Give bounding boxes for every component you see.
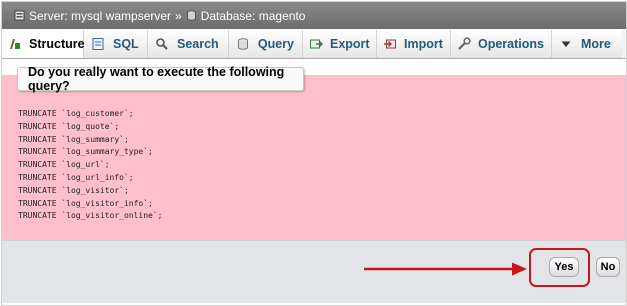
tab-label: Search	[177, 37, 219, 51]
operations-icon	[457, 36, 471, 52]
query-line: TRUNCATE `log_url_info`;	[18, 172, 134, 182]
query-line: TRUNCATE `log_visitor_online`;	[18, 211, 163, 221]
tab-label: Operations	[478, 37, 544, 51]
query-icon	[235, 36, 251, 52]
tab-search[interactable]: Search	[148, 30, 229, 58]
tab-label: Export	[330, 37, 370, 51]
structure-icon	[8, 36, 22, 52]
query-line: TRUNCATE `log_quote`;	[18, 121, 120, 131]
tab-operations[interactable]: Operations	[451, 30, 552, 58]
breadcrumb-separator: »	[175, 8, 182, 23]
yes-button[interactable]: Yes	[549, 257, 579, 277]
confirm-dialog-title: Do you really want to execute the follow…	[17, 65, 304, 93]
chevron-down-icon	[558, 36, 574, 52]
tab-export[interactable]: Export	[303, 30, 377, 58]
query-line: TRUNCATE `log_summary_type`;	[18, 147, 153, 157]
tab-label: SQL	[113, 37, 139, 51]
tab-import[interactable]: Import	[377, 30, 451, 58]
query-line: TRUNCATE `log_summary`;	[18, 134, 129, 144]
annotation-arrow	[364, 262, 527, 276]
tab-label: Import	[404, 37, 443, 51]
search-icon	[154, 36, 170, 52]
breadcrumb: Server: mysql wampserver » Database: mag…	[2, 2, 626, 29]
no-button[interactable]: No	[596, 257, 620, 277]
breadcrumb-database-link[interactable]: Database: magento	[201, 9, 306, 23]
query-text: TRUNCATE `log_customer`; TRUNCATE `log_qu…	[18, 108, 163, 223]
tab-more[interactable]: More	[552, 30, 622, 58]
query-line: TRUNCATE `log_customer`;	[18, 109, 134, 118]
query-line: TRUNCATE `log_visitor`;	[18, 185, 129, 195]
tab-label: Query	[257, 37, 294, 51]
query-line: TRUNCATE `log_visitor_info`;	[18, 198, 153, 208]
query-line: TRUNCATE `log_url`;	[18, 160, 110, 170]
tab-structure[interactable]: Structure	[2, 30, 85, 58]
tab-sql[interactable]: SQL	[84, 30, 148, 58]
sql-icon	[90, 36, 106, 52]
server-icon	[14, 10, 25, 21]
tab-label: More	[581, 37, 611, 51]
import-icon	[383, 36, 397, 52]
export-icon	[309, 36, 323, 52]
tab-label: Structure	[29, 37, 85, 51]
tab-query[interactable]: Query	[229, 30, 303, 58]
tab-bar: Structure SQL Search Query Export Import…	[2, 30, 626, 59]
breadcrumb-server-link[interactable]: Server: mysql wampserver	[29, 9, 171, 23]
database-icon	[186, 10, 196, 21]
